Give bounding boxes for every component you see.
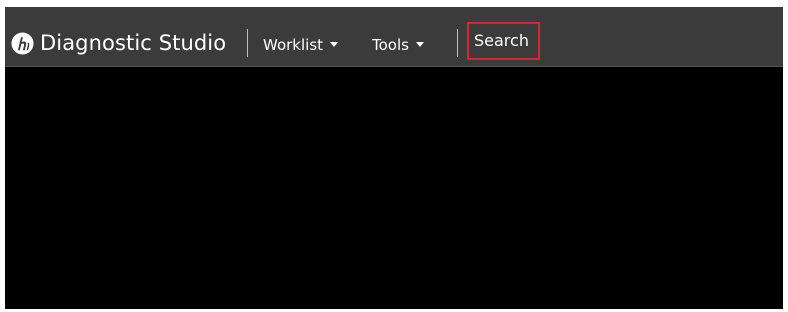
worklist-menu[interactable]: Worklist: [263, 33, 339, 57]
top-navbar: Diagnostic Studio Worklist Tools Search: [5, 7, 783, 67]
nav-divider: [457, 29, 458, 57]
chevron-down-icon: [330, 42, 339, 47]
app-window: Diagnostic Studio Worklist Tools Search: [5, 7, 783, 309]
search-link[interactable]: Search: [467, 22, 540, 60]
image-viewport[interactable]: [5, 67, 783, 309]
app-title: Diagnostic Studio: [40, 31, 227, 55]
tools-label: Tools: [372, 36, 409, 54]
nav-divider: [247, 29, 248, 57]
hp-logo-icon: [11, 32, 34, 55]
chevron-down-icon: [415, 42, 424, 47]
worklist-label: Worklist: [263, 36, 324, 54]
tools-menu[interactable]: Tools: [372, 33, 424, 57]
